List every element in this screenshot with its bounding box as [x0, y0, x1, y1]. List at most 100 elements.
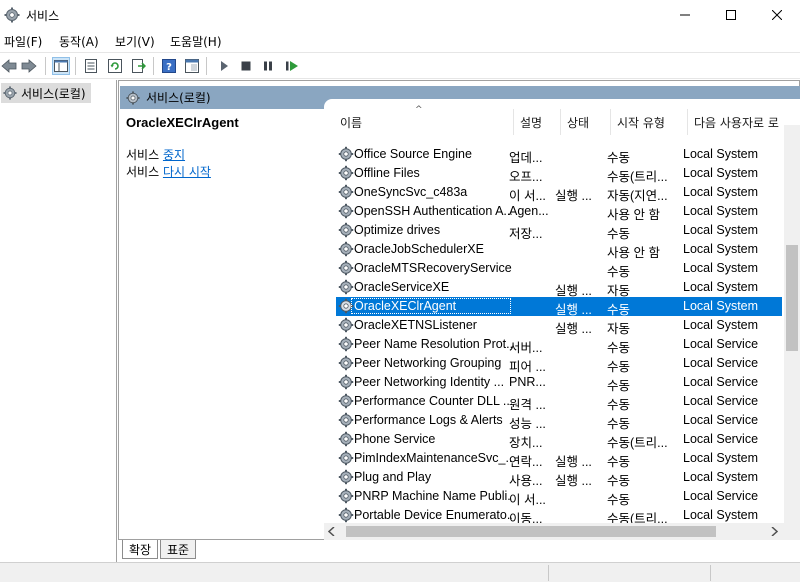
console-tree-icon — [54, 60, 68, 72]
column-header-name[interactable]: 이름 — [334, 109, 514, 135]
service-logon-as: Local System — [683, 223, 759, 237]
service-row[interactable]: OneSyncSvc_c483a 이 서... 실행 ... 자동(지연... Loca… — [336, 183, 782, 203]
menu-view[interactable]: 보기(V) — [115, 33, 155, 50]
service-name: Offline Files — [354, 166, 420, 180]
tree-item-services-local[interactable]: 서비스(로컬) — [1, 83, 91, 103]
service-logon-as: Local System — [683, 166, 759, 180]
restart-service-link[interactable]: 다시 시작 — [163, 165, 211, 179]
service-row[interactable]: Peer Name Resolution Prot... 서버... 수동 Local… — [336, 335, 782, 355]
service-row[interactable]: OracleJobSchedulerXE 사용 안 함 Local System — [336, 240, 782, 260]
window-title: 서비스 — [26, 9, 60, 23]
horizontal-scrollbar[interactable] — [324, 523, 784, 540]
service-name: OneSyncSvc_c483a — [354, 185, 468, 199]
maximize-button[interactable] — [708, 0, 754, 30]
vertical-scrollbar-thumb[interactable] — [786, 245, 798, 351]
service-row[interactable]: OpenSSH Authentication A... Agen... 사용 안 함… — [336, 202, 782, 222]
service-row[interactable]: PNRP Machine Name Publi... 이 서... 수동 Local … — [336, 487, 782, 507]
minimize-button[interactable] — [662, 0, 708, 30]
service-row[interactable]: Optimize drives 저장... 수동 Local System — [336, 221, 782, 241]
service-gear-icon — [338, 203, 354, 219]
service-row[interactable]: PimIndexMaintenanceSvc_... 연락... 실행 ... 수동 L… — [336, 449, 782, 469]
scroll-left-icon[interactable] — [328, 527, 336, 536]
services-list: ^ 이름 설명 상태 시작 유형 다음 사용자로 로 Office Source… — [324, 99, 800, 540]
service-row[interactable]: OracleXEClrAgent 실행 ... 수동 Local System — [336, 297, 782, 317]
panel-header-title: 서비스(로컬) — [146, 91, 211, 105]
help-button[interactable]: ? — [160, 57, 178, 75]
export-list-icon — [132, 59, 146, 73]
tab-standard[interactable]: 표준 — [160, 540, 197, 559]
start-service-button[interactable] — [215, 57, 233, 75]
restart-service-button[interactable] — [283, 57, 301, 75]
service-logon-as: Local Service — [683, 337, 759, 351]
properties-icon — [85, 59, 97, 73]
service-logon-as: Local System — [683, 147, 759, 161]
service-logon-as: Local System — [683, 261, 759, 275]
column-header-status[interactable]: 상태 — [561, 109, 611, 135]
view-button[interactable] — [183, 57, 201, 75]
refresh-button[interactable] — [106, 57, 124, 75]
service-logon-as: Local Service — [683, 413, 759, 427]
stop-icon — [241, 61, 251, 71]
service-name: Peer Name Resolution Prot... — [354, 337, 512, 351]
maximize-icon — [726, 10, 736, 20]
column-header-description[interactable]: 설명 — [514, 109, 561, 135]
status-segment — [548, 565, 549, 581]
pause-service-button[interactable] — [259, 57, 277, 75]
show-hide-tree-button[interactable] — [52, 57, 70, 75]
service-logon-as: Local System — [683, 508, 759, 522]
service-row[interactable]: Office Source Engine 업데... 수동 Local System — [336, 145, 782, 165]
service-gear-icon — [338, 279, 354, 295]
service-name: OracleJobSchedulerXE — [354, 242, 484, 256]
service-row[interactable]: Performance Counter DLL ... 원격 ... 수동 Local… — [336, 392, 782, 412]
export-list-button[interactable] — [130, 57, 148, 75]
vertical-scrollbar[interactable] — [784, 125, 800, 540]
back-button[interactable] — [0, 57, 18, 75]
column-header-row: ^ 이름 설명 상태 시작 유형 다음 사용자로 로 — [324, 105, 800, 135]
service-gear-icon — [338, 507, 354, 523]
stop-service-button[interactable] — [237, 57, 255, 75]
forward-button[interactable] — [20, 57, 38, 75]
play-icon — [221, 61, 228, 71]
service-gear-icon — [338, 241, 354, 257]
service-row[interactable]: Peer Networking Grouping 피어 ... 수동 Local Se… — [336, 354, 782, 374]
service-logon-as: Local System — [683, 299, 759, 313]
service-name: Performance Counter DLL ... — [354, 394, 512, 408]
service-row[interactable]: OracleXETNSListener 실행 ... 자동 Local System — [336, 316, 782, 336]
tab-extended[interactable]: 확장 — [122, 540, 159, 559]
service-gear-icon — [338, 355, 354, 371]
menu-file[interactable]: 파일(F) — [4, 33, 42, 50]
service-gear-icon — [338, 260, 354, 276]
column-header-logon-as[interactable]: 다음 사용자로 로 — [688, 109, 784, 135]
service-name: Peer Networking Grouping — [354, 356, 502, 370]
service-row[interactable]: OracleMTSRecoveryService 수동 Local System — [336, 259, 782, 279]
view-tabs: 확장 표준 — [118, 540, 800, 562]
service-row[interactable]: OracleServiceXE 실행 ... 자동 Local System — [336, 278, 782, 298]
service-logon-as: Local System — [683, 242, 759, 256]
menu-action[interactable]: 동작(A) — [59, 33, 99, 50]
service-row[interactable]: Performance Logs & Alerts 성능 ... 수동 Local S… — [336, 411, 782, 431]
toolbar-separator — [153, 57, 154, 75]
menu-bar: 파일(F) 동작(A) 보기(V) 도움말(H) — [0, 30, 800, 52]
service-logon-as: Local Service — [683, 375, 759, 389]
scroll-right-icon[interactable] — [770, 527, 778, 536]
service-detail: OracleXEClrAgent 서비스 중지 서비스 다시 시작 — [126, 115, 326, 180]
service-logon-as: Local Service — [683, 489, 759, 503]
stop-service-link[interactable]: 중지 — [163, 148, 185, 162]
menu-help[interactable]: 도움말(H) — [170, 33, 222, 50]
service-row[interactable]: Offline Files 오프... 수동(트리... Local System — [336, 164, 782, 184]
close-button[interactable] — [754, 0, 800, 30]
tree-item-label: 서비스(로컬) — [21, 86, 86, 101]
service-name: Office Source Engine — [354, 147, 472, 161]
service-row[interactable]: Peer Networking Identity ... PNR... 수동 Loca… — [336, 373, 782, 393]
toolbar-separator — [206, 57, 207, 75]
service-logon-as: Local System — [683, 318, 759, 332]
properties-button[interactable] — [82, 57, 100, 75]
service-row[interactable]: Phone Service 장치... 수동(트리... Local Service — [336, 430, 782, 450]
service-row[interactable]: Plug and Play 사용... 실행 ... 수동 Local System — [336, 468, 782, 488]
service-gear-icon — [338, 374, 354, 390]
service-logon-as: Local System — [683, 280, 759, 294]
column-header-startup-type[interactable]: 시작 유형 — [611, 109, 688, 135]
refresh-icon — [108, 59, 122, 73]
service-logon-as: Local System — [683, 451, 759, 465]
horizontal-scrollbar-thumb[interactable] — [346, 526, 716, 537]
